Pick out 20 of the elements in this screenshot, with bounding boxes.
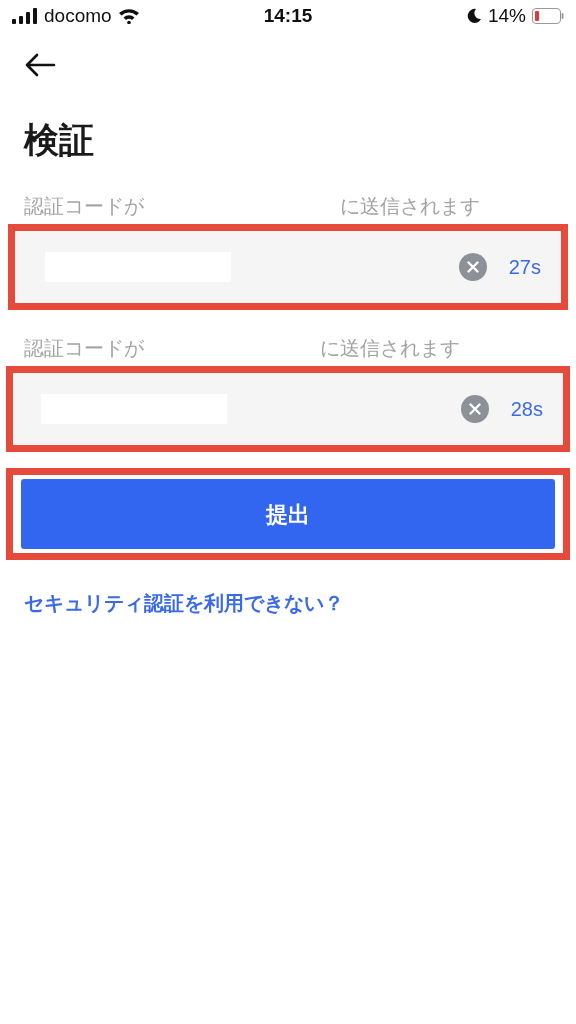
wifi-icon	[117, 8, 140, 24]
carrier-name: docomo	[44, 3, 112, 28]
moon-icon	[465, 8, 482, 24]
field-label: 認証コードが	[24, 336, 145, 361]
resend-timer: 28s	[510, 397, 543, 422]
page-title: 検証	[24, 119, 95, 161]
battery-percent: 14%	[487, 3, 526, 28]
field-label: に送信されます	[340, 194, 480, 219]
signal-icon	[12, 8, 38, 24]
clear-icon[interactable]	[458, 253, 487, 281]
code-input-field[interactable]: 28s	[13, 373, 563, 445]
resend-timer: 27s	[508, 255, 541, 280]
field-label: に送信されます	[320, 336, 460, 361]
submit-button[interactable]: 提出	[21, 479, 555, 549]
field-label: 認証コードが	[24, 194, 145, 219]
code-input-field[interactable]: 27s	[15, 231, 561, 303]
clock-time: 14:15	[263, 3, 313, 28]
help-link[interactable]: セキュリティ認証を利用できない？	[24, 592, 344, 614]
clear-icon[interactable]	[460, 395, 489, 423]
battery-icon	[532, 8, 564, 24]
